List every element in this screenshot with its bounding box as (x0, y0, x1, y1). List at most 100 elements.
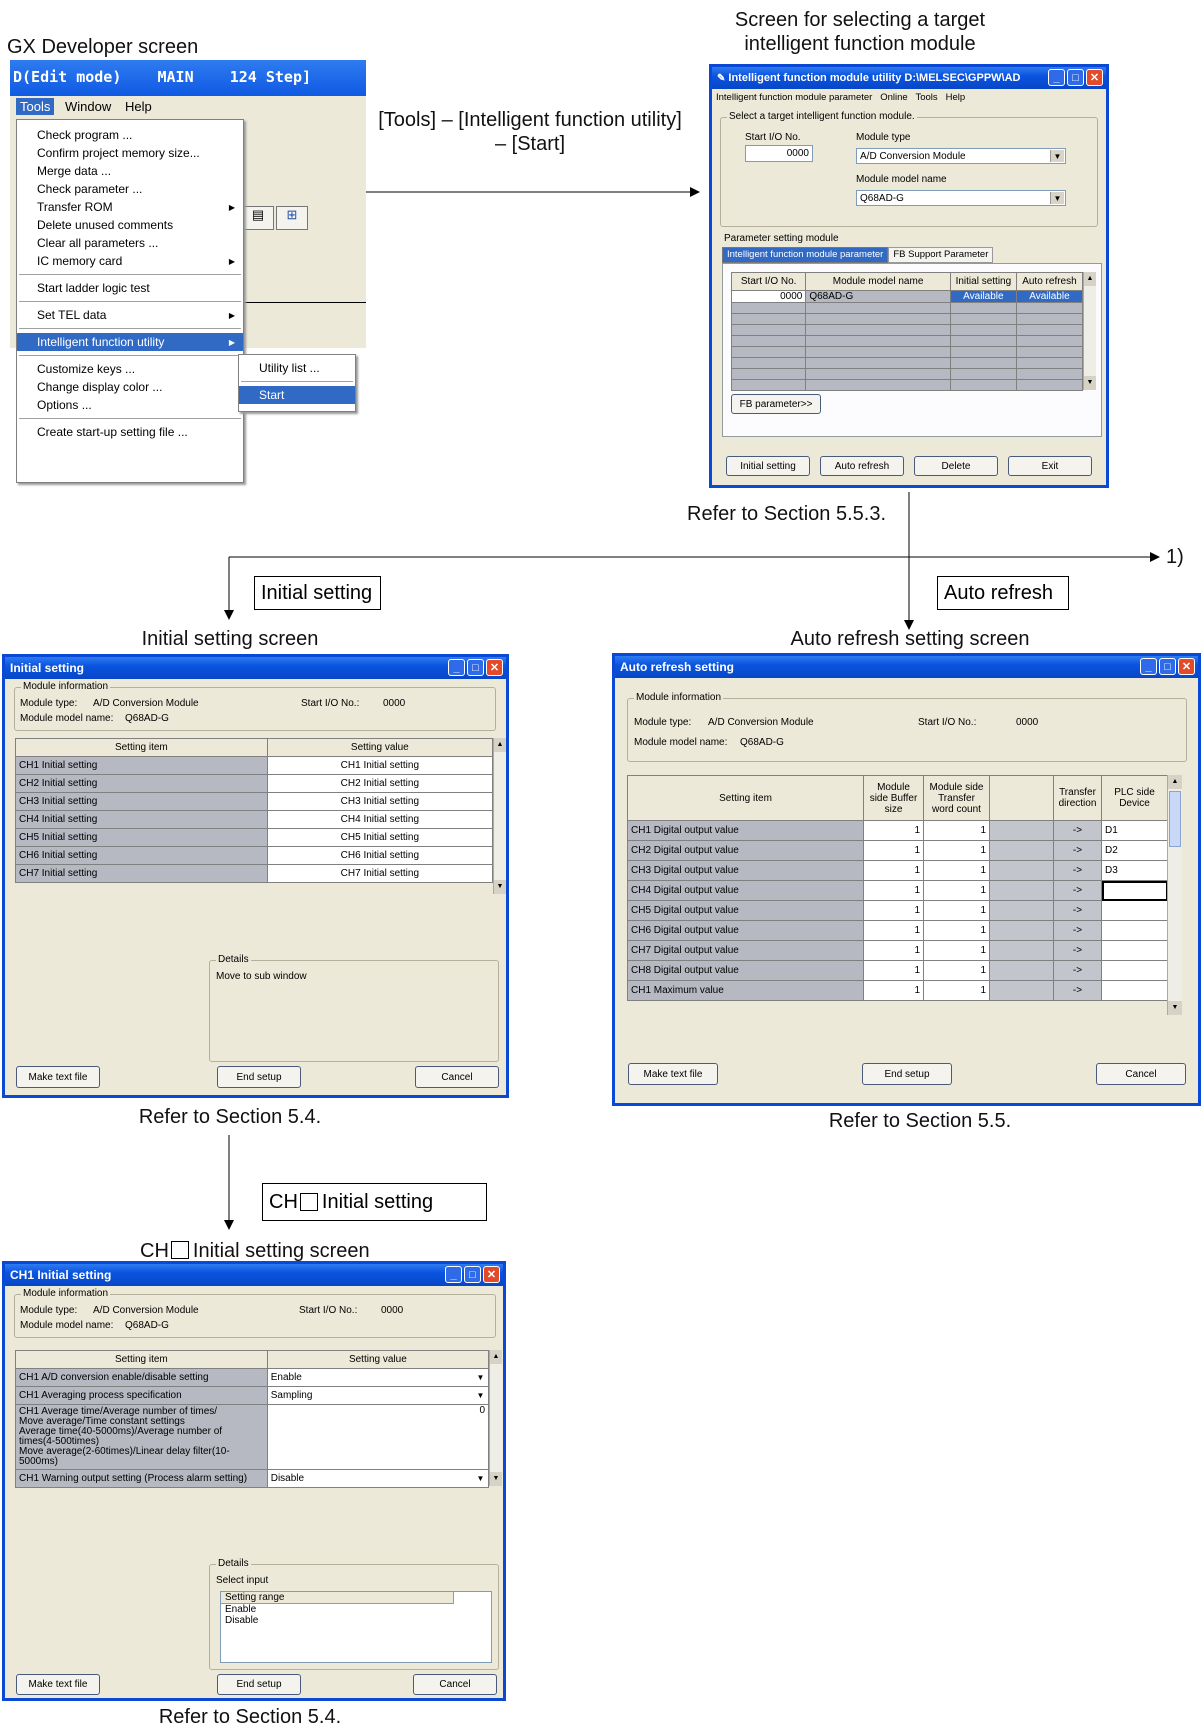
close-icon[interactable]: ✕ (1086, 69, 1103, 86)
cancel-button[interactable]: Cancel (413, 1674, 497, 1695)
end-setup-button[interactable]: End setup (217, 1066, 301, 1088)
toolbar-icon[interactable]: ▤ (242, 206, 274, 230)
menu-item-display-color[interactable]: Change display color ... (17, 378, 243, 396)
submenu-start[interactable]: Start (239, 386, 355, 404)
averaging-select[interactable]: Sampling ▼ (266, 1386, 490, 1405)
maximize-icon[interactable]: □ (464, 1266, 481, 1283)
table-row[interactable]: 0000 Q68AD-G Available Available (730, 290, 1084, 303)
plc-device-field[interactable] (1101, 900, 1168, 921)
plc-device-field[interactable]: D3 (1101, 860, 1168, 881)
model-name-select[interactable]: Q68AD-G ▼ (856, 190, 1066, 206)
plc-device-field[interactable] (1101, 880, 1168, 901)
warning-output-select[interactable]: Disable ▼ (266, 1469, 490, 1488)
menu-item-options[interactable]: Options ... (17, 396, 243, 414)
menu-param[interactable]: Intelligent function module parameter (716, 92, 872, 103)
toolbar-tree-icon[interactable]: ⊞ (276, 206, 308, 230)
table-row[interactable]: CH1 Maximum value 1 1 -> (627, 980, 1168, 1001)
menu-item-confirm-memory[interactable]: Confirm project memory size... (17, 144, 243, 162)
start-io-input[interactable]: 0000 (745, 145, 813, 162)
menu-help[interactable]: Help (125, 99, 152, 114)
table-row[interactable]: CH5 Digital output value 1 1 -> (627, 900, 1168, 921)
menu-window[interactable]: Window (65, 99, 111, 114)
menu-tools[interactable]: Tools (16, 98, 55, 115)
table-row[interactable]: CH1 A/D conversion enable/disable settin… (15, 1368, 490, 1387)
table-row[interactable]: CH8 Digital output value 1 1 -> (627, 960, 1168, 981)
table-row[interactable]: CH3 Digital output value 1 1 -> D3 (627, 860, 1168, 881)
plc-device-field[interactable]: D1 (1101, 820, 1168, 841)
menu-online[interactable]: Online (880, 92, 907, 103)
exit-button[interactable]: Exit (1008, 456, 1092, 476)
minimize-icon[interactable]: _ (1140, 658, 1157, 675)
initial-titlebar: Initial setting _ □ ✕ (5, 657, 506, 679)
tab-fb-support[interactable]: FB Support Parameter (888, 247, 994, 263)
menu-item-check-parameter[interactable]: Check parameter ... (17, 180, 243, 198)
menu-item-intelligent-utility[interactable]: Intelligent function utility ▶ (17, 333, 243, 351)
table-row[interactable]: CH2 Digital output value 1 1 -> D2 (627, 840, 1168, 861)
table-row[interactable]: CH3 Initial setting CH3 Initial setting (15, 792, 494, 811)
cancel-button[interactable]: Cancel (415, 1066, 499, 1088)
end-setup-button[interactable]: End setup (862, 1063, 952, 1085)
make-text-file-button[interactable]: Make text file (16, 1674, 100, 1695)
minimize-icon[interactable]: _ (445, 1266, 462, 1283)
menu-item-ic-memory-card[interactable]: IC memory card ▶ (17, 252, 243, 270)
table-row[interactable]: CH1 Digital output value 1 1 -> D1 (627, 820, 1168, 841)
close-icon[interactable]: ✕ (486, 659, 503, 676)
param-table-scrollbar[interactable]: ▲ ▼ (1083, 272, 1096, 390)
close-icon[interactable]: ✕ (1178, 658, 1195, 675)
minimize-icon[interactable]: _ (1048, 69, 1065, 86)
make-text-file-button[interactable]: Make text file (16, 1066, 100, 1088)
end-setup-button[interactable]: End setup (217, 1674, 301, 1695)
module-type-select[interactable]: A/D Conversion Module ▼ (856, 148, 1066, 164)
menu-item-ladder-test[interactable]: Start ladder logic test (17, 279, 243, 297)
menu-item-tel-data[interactable]: Set TEL data ▶ (17, 306, 243, 324)
delete-button[interactable]: Delete (914, 456, 998, 476)
plc-device-field[interactable] (1101, 960, 1168, 981)
list-item[interactable]: Disable (221, 1615, 491, 1626)
cancel-button[interactable]: Cancel (1096, 1063, 1186, 1085)
initial-setting-button[interactable]: Initial setting (726, 456, 810, 476)
menu-item-startup-file[interactable]: Create start-up setting file ... (17, 423, 243, 441)
auto-refresh-button[interactable]: Auto refresh (820, 456, 904, 476)
table-row[interactable]: CH5 Initial setting CH5 Initial setting (15, 828, 494, 847)
maximize-icon[interactable]: □ (1159, 658, 1176, 675)
auto-table-scrollbar[interactable]: ▲ ▼ (1167, 775, 1182, 1015)
table-row[interactable]: CH1 Averaging process specification Samp… (15, 1386, 490, 1405)
plc-device-field[interactable]: D2 (1101, 840, 1168, 861)
make-text-file-button[interactable]: Make text file (628, 1063, 718, 1085)
plc-device-field[interactable] (1101, 940, 1168, 961)
table-row[interactable]: CH7 Digital output value 1 1 -> (627, 940, 1168, 961)
table-row[interactable]: CH4 Initial setting CH4 Initial setting (15, 810, 494, 829)
table-row[interactable]: CH1 Average time/Average number of times… (15, 1404, 490, 1470)
scroll-thumb[interactable] (1169, 791, 1181, 847)
menu-help[interactable]: Help (946, 92, 966, 103)
plc-device-field[interactable] (1101, 920, 1168, 941)
initial-table-scrollbar[interactable]: ▲ ▼ (493, 738, 506, 894)
maximize-icon[interactable]: □ (1067, 69, 1084, 86)
setting-range-list[interactable]: Setting range Enable Disable (220, 1591, 492, 1663)
ad-conversion-select[interactable]: Enable ▼ (266, 1368, 490, 1387)
menu-item-clear-parameters[interactable]: Clear all parameters ... (17, 234, 243, 252)
table-row[interactable]: CH1 Initial setting CH1 Initial setting (15, 756, 494, 775)
close-icon[interactable]: ✕ (483, 1266, 500, 1283)
menu-item-customize-keys[interactable]: Customize keys ... (17, 360, 243, 378)
table-row[interactable]: CH6 Digital output value 1 1 -> (627, 920, 1168, 941)
table-row[interactable]: CH2 Initial setting CH2 Initial setting (15, 774, 494, 793)
table-row[interactable]: CH7 Initial setting CH7 Initial setting (15, 864, 494, 883)
menu-item-check-program[interactable]: Check program ... (17, 126, 243, 144)
menu-tools[interactable]: Tools (915, 92, 937, 103)
tab-intelligent-param[interactable]: Intelligent function module parameter (722, 247, 889, 263)
plc-device-field[interactable] (1101, 980, 1168, 1001)
fb-parameter-button[interactable]: FB parameter>> (731, 394, 821, 414)
table-row[interactable]: CH1 Warning output setting (Process alar… (15, 1469, 490, 1488)
maximize-icon[interactable]: □ (467, 659, 484, 676)
menu-item-transfer-rom[interactable]: Transfer ROM ▶ (17, 198, 243, 216)
menu-item-delete-comments[interactable]: Delete unused comments (17, 216, 243, 234)
table-row[interactable]: CH4 Digital output value 1 1 -> (627, 880, 1168, 901)
list-item[interactable]: Enable (221, 1604, 491, 1615)
minimize-icon[interactable]: _ (448, 659, 465, 676)
table-row[interactable]: CH6 Initial setting CH6 Initial setting (15, 846, 494, 865)
submenu-utility-list[interactable]: Utility list ... (239, 359, 355, 377)
ch1-table-scrollbar[interactable]: ▲ ▼ (489, 1350, 502, 1486)
menu-item-merge-data[interactable]: Merge data ... (17, 162, 243, 180)
average-time-input[interactable]: 0 (266, 1404, 490, 1470)
